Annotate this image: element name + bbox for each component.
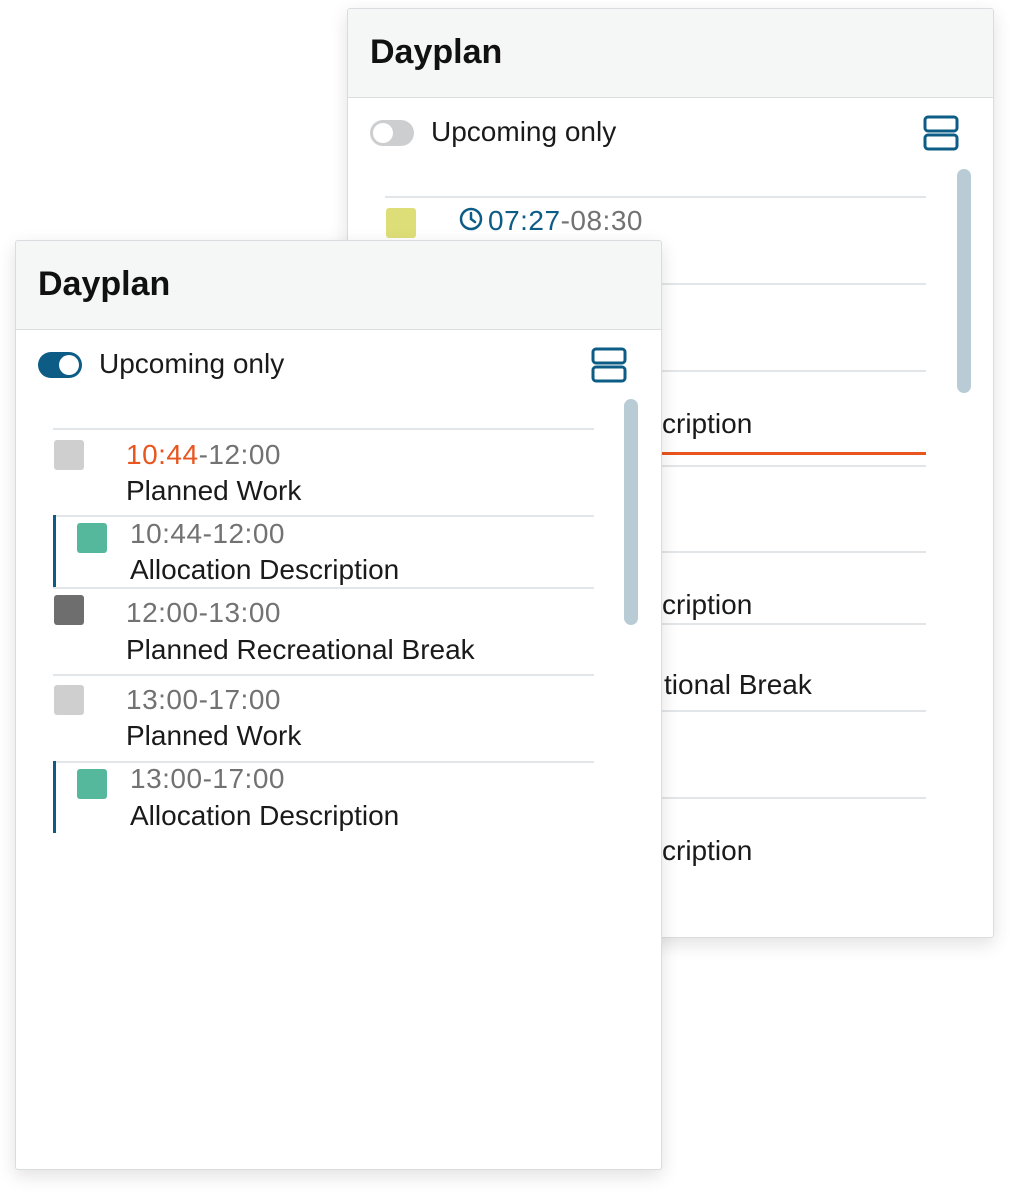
row-divider	[385, 196, 926, 198]
panel-header: Dayplan	[348, 9, 993, 98]
time-separator: -	[560, 205, 571, 236]
entry-label: Allocation Description	[130, 800, 400, 831]
entry-end-time: 12:00	[208, 439, 281, 470]
sub-entry-indicator	[53, 761, 56, 833]
entry-label: Planned Recreational Break	[126, 634, 475, 665]
layout-toggle-icon[interactable]	[923, 115, 959, 151]
entry-time: 13:00-17:00	[126, 684, 281, 715]
entry-time: 10:44-12:00	[130, 518, 285, 549]
entry-time: 10:44-12:00	[126, 439, 281, 471]
row-divider	[53, 428, 594, 430]
entry-time: 07:27-08:30	[458, 205, 643, 239]
entry-color-swatch	[77, 523, 107, 553]
upcoming-only-label: Upcoming only	[431, 116, 617, 147]
entry-time: 13:00-17:00	[130, 763, 285, 794]
entry-label: cription	[662, 408, 753, 439]
row-divider	[53, 674, 594, 676]
row-divider	[53, 515, 594, 517]
entry-label: Planned Work	[126, 475, 302, 506]
entry-label: Allocation Description	[130, 554, 400, 585]
row-divider	[53, 587, 594, 589]
dayplan-panel-front: Dayplan Upcoming only 10:44-12:00 Planne…	[15, 240, 662, 1170]
entry-color-swatch	[77, 769, 107, 799]
upcoming-only-toggle[interactable]	[38, 352, 82, 378]
time-separator: -	[198, 439, 209, 470]
entry-start-time: 07:27	[488, 205, 561, 236]
panel-title: Dayplan	[38, 265, 171, 303]
entry-color-swatch	[54, 685, 84, 715]
panel-title: Dayplan	[370, 33, 503, 71]
toggle-knob	[373, 123, 393, 143]
upcoming-only-label: Upcoming only	[99, 348, 285, 379]
entry-label: cription	[662, 835, 753, 866]
clock-icon	[458, 206, 484, 239]
scrollbar[interactable]	[957, 169, 971, 393]
upcoming-only-toggle[interactable]	[370, 120, 414, 146]
entry-label: tional Break	[664, 669, 812, 700]
entry-color-swatch	[54, 595, 84, 625]
panel-header: Dayplan	[16, 241, 661, 330]
toggle-knob	[59, 355, 79, 375]
layout-toggle-icon[interactable]	[591, 347, 627, 383]
entry-time: 12:00-13:00	[126, 597, 281, 628]
entry-label: cription	[662, 589, 753, 620]
sub-entry-indicator	[53, 515, 56, 587]
entry-color-swatch	[54, 440, 84, 470]
entry-start-time: 10:44	[126, 439, 199, 470]
entry-color-swatch	[386, 208, 416, 238]
entry-label: Planned Work	[126, 720, 302, 751]
entry-end-time: 08:30	[570, 205, 643, 236]
scrollbar[interactable]	[624, 399, 638, 625]
